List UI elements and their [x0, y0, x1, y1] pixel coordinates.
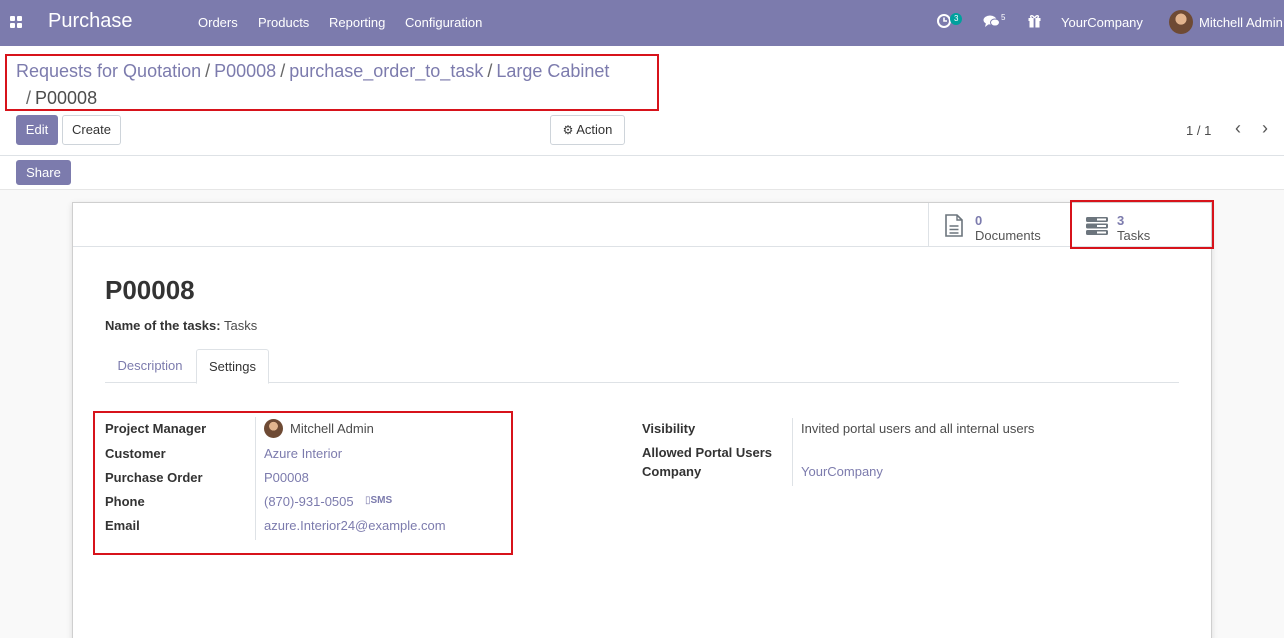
phone-label: Phone [105, 494, 145, 509]
company-switcher[interactable]: YourCompany [1061, 15, 1143, 30]
customer-value[interactable]: Azure Interior [264, 446, 342, 461]
share-button[interactable]: Share [16, 160, 71, 185]
field-divider [255, 417, 256, 540]
project-manager-value[interactable]: Mitchell Admin [290, 421, 374, 436]
visibility-label: Visibility [642, 421, 696, 436]
purchase-order-label: Purchase Order [105, 470, 203, 485]
tasks-name-value: Tasks [223, 318, 258, 333]
gift-icon[interactable] [1028, 14, 1041, 31]
activity-badge: 3 [950, 13, 963, 25]
purchase-order-value[interactable]: P00008 [264, 470, 309, 485]
company-value[interactable]: YourCompany [801, 464, 883, 479]
sms-button[interactable]: ▯SMS [365, 495, 392, 506]
breadcrumb-task[interactable]: Large Cabinet [496, 61, 609, 81]
top-navbar: Purchase Orders Products Reporting Confi… [0, 0, 1284, 46]
tasks-stat-button[interactable]: 3 Tasks [1070, 203, 1211, 247]
apps-icon[interactable] [10, 16, 22, 28]
action-button[interactable]: ⚙ Action [550, 115, 625, 145]
pager-value[interactable]: 1 / 1 [1186, 123, 1211, 138]
record-title: P00008 [105, 275, 195, 305]
menu-orders[interactable]: Orders [198, 15, 238, 30]
phone-value[interactable]: (870)-931-0505 [264, 494, 354, 509]
sms-label: SMS [370, 495, 393, 506]
breadcrumb-separator: / [205, 61, 211, 81]
chevron-right-icon[interactable]: › [1262, 118, 1268, 139]
menu-configuration[interactable]: Configuration [405, 15, 482, 30]
visibility-value[interactable]: Invited portal users and all internal us… [801, 421, 1034, 436]
documents-label: Documents [975, 228, 1041, 243]
tasks-name-field: Name of the tasks: Tasks [105, 318, 257, 333]
field-divider [792, 418, 793, 486]
control-panel: Requests for Quotation / P00008/purchase_o… [0, 46, 1284, 156]
user-avatar[interactable] [1169, 10, 1193, 34]
tasks-name-label: Name of the tasks: [105, 318, 221, 333]
action-label: Action [576, 122, 613, 137]
menu-products[interactable]: Products [258, 15, 309, 30]
breadcrumb-separator: / [26, 88, 32, 108]
share-bar: Share [0, 156, 1284, 190]
company-label: Company [642, 464, 702, 479]
breadcrumb-project[interactable]: purchase_order_to_task [289, 61, 483, 81]
tab-description[interactable]: Description [105, 349, 195, 383]
customer-label: Customer [105, 446, 166, 461]
breadcrumb-current: P00008 [35, 88, 98, 108]
button-box: 0 Documents 3 Tasks [73, 203, 1211, 247]
allowed-portal-users-label: Allowed Portal Users [642, 445, 773, 460]
breadcrumb-separator: / [487, 61, 493, 81]
document-icon [945, 214, 963, 240]
tasks-icon [1086, 217, 1108, 238]
chevron-left-icon[interactable]: ‹ [1235, 118, 1241, 139]
user-menu[interactable]: Mitchell Admin [1199, 15, 1283, 30]
email-label: Email [105, 518, 140, 533]
breadcrumb: Requests for Quotation / P00008/purchase_o… [16, 58, 656, 112]
breadcrumb-separator: / [280, 61, 286, 81]
email-value[interactable]: azure.Interior24@example.com [264, 518, 446, 533]
message-badge: 5 [1001, 13, 1006, 22]
create-button[interactable]: Create [62, 115, 121, 145]
breadcrumb-po[interactable]: P00008 [214, 61, 276, 81]
app-title[interactable]: Purchase [48, 10, 133, 33]
form-sheet: 0 Documents 3 Tasks P00008 Name of the t… [72, 202, 1212, 638]
breadcrumb-rfq[interactable]: Requests for Quotation [16, 61, 201, 81]
documents-count: 0 [975, 213, 983, 228]
tasks-count: 3 [1117, 213, 1125, 228]
tasks-label: Tasks [1117, 228, 1151, 243]
gear-icon: ⚙ [562, 123, 574, 137]
menu-reporting[interactable]: Reporting [329, 15, 385, 30]
project-manager-avatar [264, 419, 283, 438]
tab-settings[interactable]: Settings [196, 349, 269, 384]
project-manager-label: Project Manager [105, 421, 207, 436]
edit-button[interactable]: Edit [16, 115, 58, 145]
notebook-tabs: Description Settings [105, 349, 1179, 384]
documents-stat-button[interactable]: 0 Documents [928, 203, 1070, 247]
